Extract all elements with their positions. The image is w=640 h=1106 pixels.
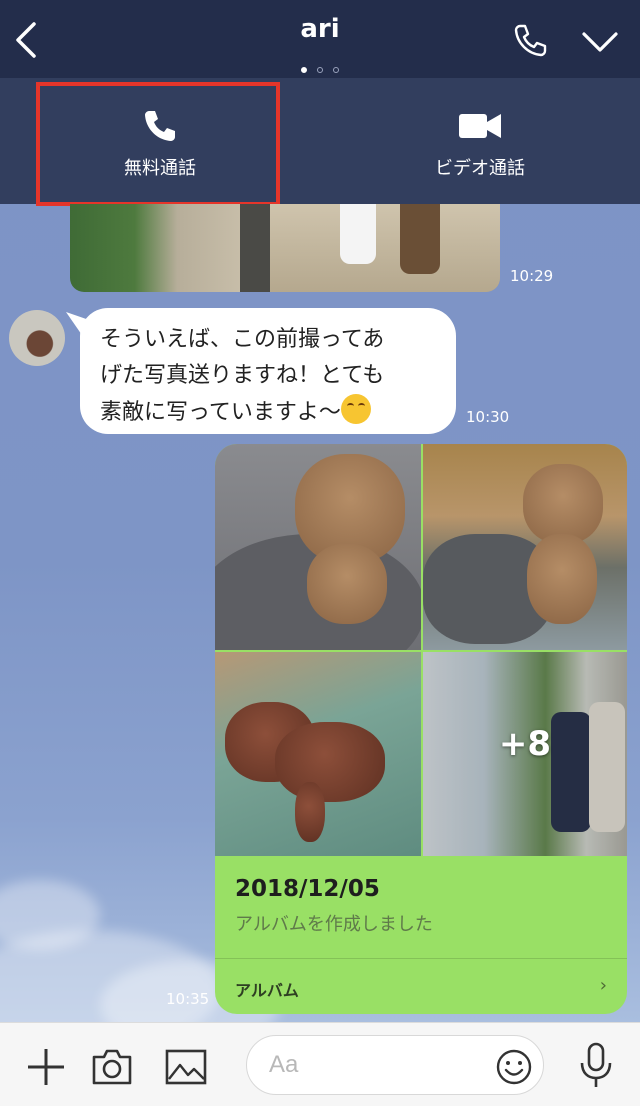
expand-button[interactable] (578, 22, 622, 62)
chevron-down-icon (582, 32, 618, 52)
image-icon (165, 1049, 207, 1085)
photo-content (270, 204, 500, 292)
album-message[interactable]: +8 2018/12/05 アルバムを作成しました アルバム › (215, 444, 627, 1014)
photo-content (400, 204, 440, 274)
add-button[interactable] (24, 1045, 68, 1089)
image-button[interactable] (164, 1045, 208, 1089)
more-photos-count: +8 (498, 724, 552, 764)
photo-content (295, 782, 325, 842)
page-dot (317, 67, 323, 73)
camera-icon (92, 1049, 132, 1085)
chat-header: ari (0, 0, 640, 78)
album-link-label: アルバム (235, 981, 299, 1000)
album-photo[interactable] (423, 444, 627, 650)
album-info: 2018/12/05 アルバムを作成しました (215, 856, 627, 956)
microphone-icon (580, 1042, 612, 1087)
chevron-right-icon: › (599, 975, 607, 996)
video-camera-icon (459, 114, 501, 138)
photo-message[interactable] (70, 204, 500, 292)
album-date: 2018/12/05 (235, 876, 380, 902)
photo-content (340, 204, 376, 264)
input-bar: Aa (0, 1022, 640, 1106)
message-time: 10:30 (466, 408, 510, 426)
microphone-button[interactable] (574, 1041, 618, 1087)
photo-content (240, 204, 270, 292)
photo-content (527, 534, 597, 624)
photo-content (275, 722, 385, 802)
photo-content (523, 464, 603, 544)
album-photo-more[interactable]: +8 (423, 652, 627, 856)
message-line: げた写真送りますね！とても (100, 363, 385, 388)
album-description: アルバムを作成しました (235, 914, 433, 935)
highlight-box (36, 82, 280, 206)
page-indicator (0, 58, 640, 77)
message-time: 10:35 (166, 990, 210, 1008)
message-line: そういえば、この前撮ってあ (100, 327, 385, 352)
phone-icon (514, 24, 547, 57)
text-message-bubble[interactable]: そういえば、この前撮ってあ げた写真送りますね！とても 素敵に写っていますよ〜 (80, 308, 456, 434)
message-time: 10:29 (510, 267, 554, 285)
emoji-button[interactable] (496, 1049, 532, 1085)
emoji-icon (496, 1049, 532, 1085)
smile-emoji-icon (340, 394, 371, 424)
avatar[interactable] (9, 310, 65, 366)
video-call-option[interactable]: ビデオ通話 (320, 78, 640, 204)
album-photo[interactable] (215, 652, 421, 856)
page-dot (333, 67, 339, 73)
page-dot-active (301, 67, 307, 73)
album-link[interactable]: アルバム › (215, 959, 627, 1014)
camera-button[interactable] (90, 1045, 134, 1089)
photo-content (307, 544, 387, 624)
video-call-label: ビデオ通話 (435, 158, 525, 179)
album-photo[interactable] (215, 444, 421, 650)
message-line: 素敵に写っていますよ〜 (100, 400, 341, 425)
plus-icon (28, 1049, 64, 1085)
header-call-button[interactable] (510, 20, 550, 60)
